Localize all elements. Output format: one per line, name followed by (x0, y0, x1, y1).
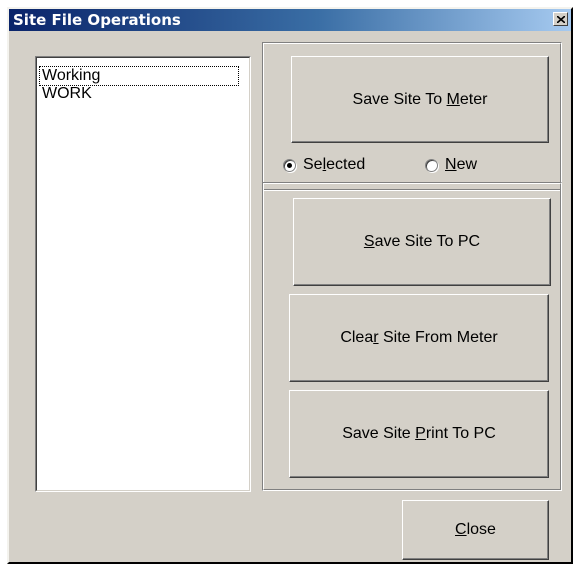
list-item[interactable]: Working (39, 66, 239, 86)
close-window-button[interactable] (553, 12, 568, 26)
site-listbox[interactable]: Working WORK (35, 56, 251, 492)
list-item[interactable]: WORK (40, 85, 94, 103)
radio-new-indicator[interactable] (425, 158, 438, 172)
title-bar[interactable]: Site File Operations (9, 9, 571, 31)
window-title: Site File Operations (13, 11, 181, 29)
radio-selected-indicator[interactable] (283, 158, 296, 172)
clear-site-from-meter-button[interactable]: Clear Site From Meter (289, 294, 549, 382)
save-site-to-pc-button[interactable]: Save Site To PC (293, 198, 551, 286)
save-site-to-meter-label: Save Site To Meter (352, 90, 488, 108)
radio-selected[interactable]: Selected (283, 156, 365, 174)
radio-selected-label: Selected (303, 156, 366, 173)
save-site-to-meter-button[interactable]: Save Site To Meter (291, 56, 549, 143)
clear-site-from-meter-label: Clear Site From Meter (340, 329, 498, 346)
site-file-operations-dialog: Site File Operations Working WORK Save S… (7, 7, 573, 564)
radio-new-label: New (445, 156, 478, 173)
radio-new[interactable]: New (425, 156, 477, 174)
save-site-print-to-pc-label: Save Site Print To PC (342, 425, 496, 442)
close-button[interactable]: Close (402, 500, 549, 560)
close-icon (557, 16, 565, 23)
save-site-to-pc-label: Save Site To PC (363, 233, 481, 250)
save-site-print-to-pc-button[interactable]: Save Site Print To PC (289, 390, 549, 478)
close-button-label: Close (455, 521, 496, 538)
